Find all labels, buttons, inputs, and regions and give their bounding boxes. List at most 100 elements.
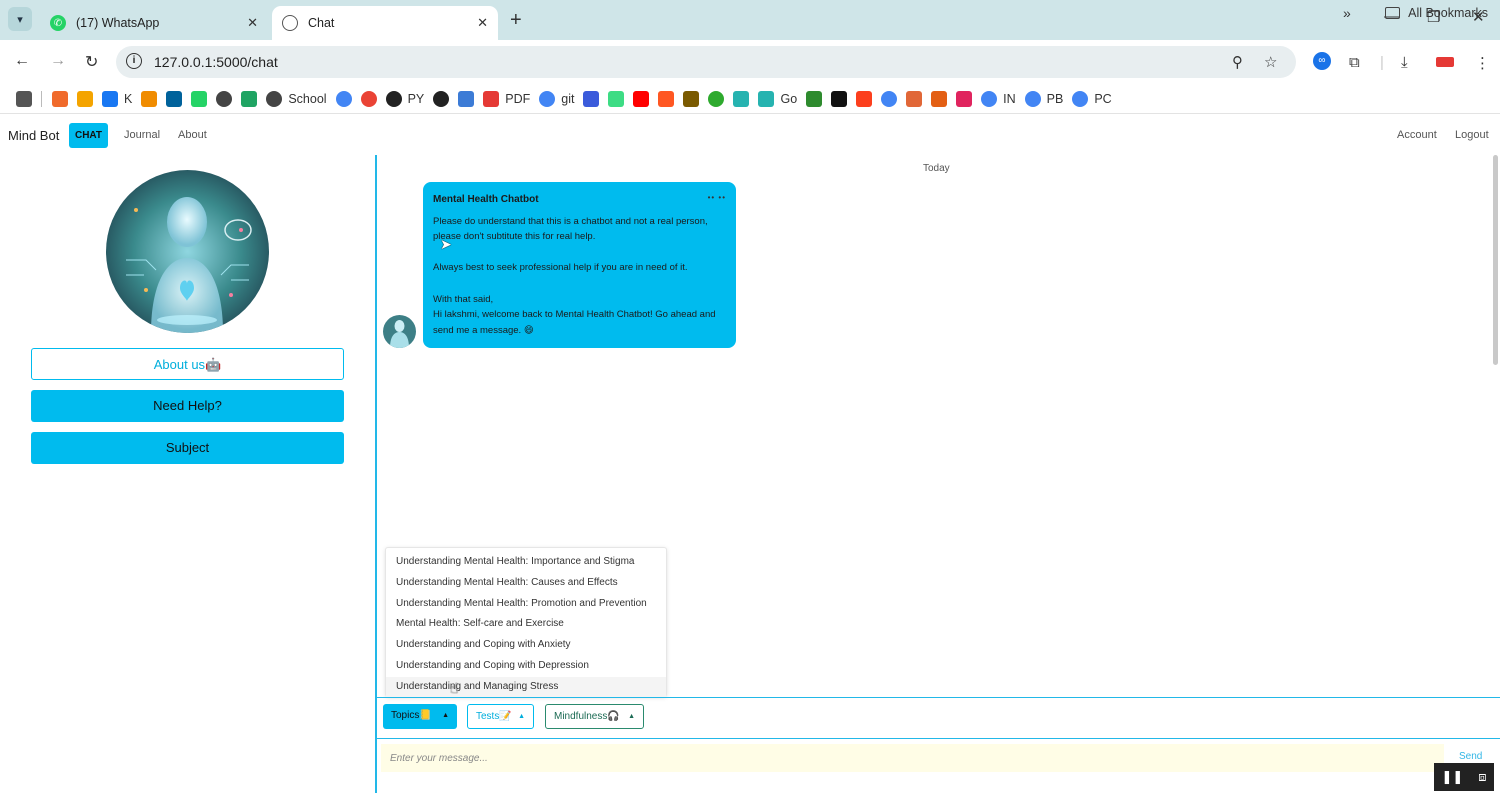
close-icon[interactable]: ✕	[247, 15, 258, 31]
bookmark-item[interactable]	[956, 90, 973, 107]
bookmark-item[interactable]	[856, 90, 873, 107]
bookmark-item[interactable]	[166, 90, 183, 107]
globe-icon	[282, 15, 298, 31]
back-arrow-icon[interactable]: ←	[14, 52, 30, 70]
bookmark-item[interactable]: PC	[1072, 90, 1112, 107]
extension-infinity-icon[interactable]: ∞	[1313, 52, 1331, 70]
pause-icon[interactable]: ❚❚	[1441, 769, 1463, 785]
topic-menu-item[interactable]: Understanding Mental Health: Causes and …	[386, 573, 666, 594]
bookmark-item[interactable]	[141, 90, 158, 107]
bookmark-item[interactable]	[733, 90, 750, 107]
bookmark-item[interactable]: PDF	[483, 90, 530, 107]
mindfulness-dropdown-button[interactable]: Mindfulness🎧 ▲	[545, 704, 644, 729]
bookmark-item[interactable]	[831, 90, 848, 107]
bot-avatar-image	[106, 170, 269, 333]
bookmark-item[interactable]	[881, 90, 898, 107]
bookmark-item[interactable]	[16, 90, 32, 107]
topic-menu-item[interactable]: Understanding Mental Health: Promotion a…	[386, 594, 666, 615]
bookmark-item[interactable]	[608, 90, 625, 107]
blue-bracket-icon	[583, 90, 600, 107]
yandex-icon	[856, 90, 873, 107]
forward-arrow-icon[interactable]: →	[50, 52, 66, 70]
all-bookmarks[interactable]: All Bookmarks	[1385, 6, 1488, 20]
topic-menu-item[interactable]: Understanding and Managing Stress	[386, 676, 666, 698]
ring-icon	[708, 90, 725, 107]
page-scrollbar[interactable]	[1491, 155, 1500, 365]
bookmark-item[interactable]	[931, 90, 948, 107]
send-button[interactable]: Send	[1459, 751, 1482, 762]
topic-menu-item[interactable]: Mental Health: Self-care and Exercise	[386, 614, 666, 635]
bookmark-item[interactable]	[583, 90, 600, 107]
bookmark-item[interactable]	[335, 90, 352, 107]
omnibox[interactable]: i 127.0.0.1:5000/chat ⚲ ☆	[116, 46, 1296, 78]
globe-icon	[266, 90, 283, 107]
bookmark-item[interactable]	[458, 90, 475, 107]
download-icon[interactable]: ⤓	[1401, 54, 1408, 71]
bookmark-item[interactable]: Go	[758, 90, 797, 107]
message-input-row: Send	[377, 739, 1500, 793]
picture-in-picture-icon[interactable]: ⧈	[1478, 769, 1486, 785]
bookmark-item[interactable]: School	[266, 90, 327, 107]
bookmark-item[interactable]: PY	[385, 90, 424, 107]
topic-menu-item[interactable]: Understanding Mental Health: Importance …	[386, 552, 666, 573]
green-square-icon	[806, 90, 823, 107]
bar-chart-icon	[141, 90, 158, 107]
topic-menu-item[interactable]: Understanding and Coping with Depression	[386, 656, 666, 677]
bookmark-item[interactable]	[360, 90, 377, 107]
reload-icon[interactable]: ↻	[85, 52, 98, 72]
bookmark-item[interactable]	[241, 90, 258, 107]
bookmark-item[interactable]: PB	[1024, 90, 1063, 107]
kebab-menu-icon[interactable]: ⋮	[1475, 54, 1490, 72]
tab-whatsapp[interactable]: ✆ (17) WhatsApp ✕	[40, 6, 268, 40]
google-icon	[981, 90, 998, 107]
bookmark-item[interactable]	[683, 90, 700, 107]
nav-journal[interactable]: Journal	[124, 129, 160, 141]
bookmark-item[interactable]	[52, 90, 68, 107]
nav-chat[interactable]: CHAT	[69, 123, 108, 148]
zoom-magnifier-icon[interactable]: ⚲	[1232, 53, 1243, 71]
tab-chat[interactable]: Chat ✕	[272, 6, 498, 40]
bookmark-item[interactable]: K	[102, 90, 132, 107]
bookmark-item[interactable]	[658, 90, 675, 107]
topics-dropdown-menu: Understanding Mental Health: Importance …	[385, 547, 667, 698]
need-help-button[interactable]: Need Help?	[31, 390, 344, 422]
tab-search-chevron-icon[interactable]: ▾	[8, 7, 32, 31]
topics-dropdown-button[interactable]: Topics📒 ▲	[383, 704, 457, 729]
heart-icon	[956, 90, 973, 107]
bookmark-item[interactable]: IN	[981, 90, 1016, 107]
site-info-icon[interactable]: i	[126, 53, 142, 69]
topic-menu-item[interactable]: Understanding and Coping with Anxiety	[386, 635, 666, 656]
bookmark-item[interactable]	[806, 90, 823, 107]
bookmark-item[interactable]	[906, 90, 923, 107]
bookmark-item[interactable]	[433, 90, 450, 107]
bookmark-item[interactable]	[77, 90, 93, 107]
z-icon	[658, 90, 675, 107]
message-input[interactable]	[381, 744, 1444, 772]
extensions-puzzle-icon[interactable]: ⧉	[1349, 54, 1360, 71]
subject-button[interactable]: Subject	[31, 432, 344, 464]
new-tab-plus-icon[interactable]: +	[510, 9, 522, 32]
nav-account[interactable]: Account	[1397, 129, 1437, 141]
all-bookmarks-label: All Bookmarks	[1408, 6, 1488, 20]
caret-up-icon: ▲	[518, 713, 525, 720]
nav-logout[interactable]: Logout	[1455, 129, 1489, 141]
brand-title[interactable]: Mind Bot	[8, 128, 59, 143]
bookmark-star-icon[interactable]: ☆	[1264, 53, 1277, 71]
globe-icon	[216, 90, 233, 107]
ieee-icon	[166, 90, 183, 107]
about-us-button[interactable]: About us🤖	[31, 348, 344, 380]
top-navbar: Mind Bot CHAT Journal About Account Logo…	[0, 115, 1500, 155]
tests-dropdown-button[interactable]: Tests📝 ▲	[467, 704, 534, 729]
folder-icon	[1385, 7, 1401, 19]
bookmarks-overflow-chevron-icon[interactable]: »	[1343, 5, 1351, 21]
bookmark-item[interactable]: git	[539, 90, 574, 107]
bookmark-item[interactable]	[216, 90, 233, 107]
close-icon[interactable]: ✕	[477, 15, 488, 31]
nav-about[interactable]: About	[178, 129, 207, 141]
bookmark-item[interactable]	[191, 90, 208, 107]
bookmark-item[interactable]	[633, 90, 650, 107]
github-icon	[385, 90, 402, 107]
bookmark-item[interactable]	[708, 90, 725, 107]
profile-badge-icon[interactable]	[1436, 57, 1454, 67]
url-text[interactable]: 127.0.0.1:5000/chat	[154, 54, 278, 70]
